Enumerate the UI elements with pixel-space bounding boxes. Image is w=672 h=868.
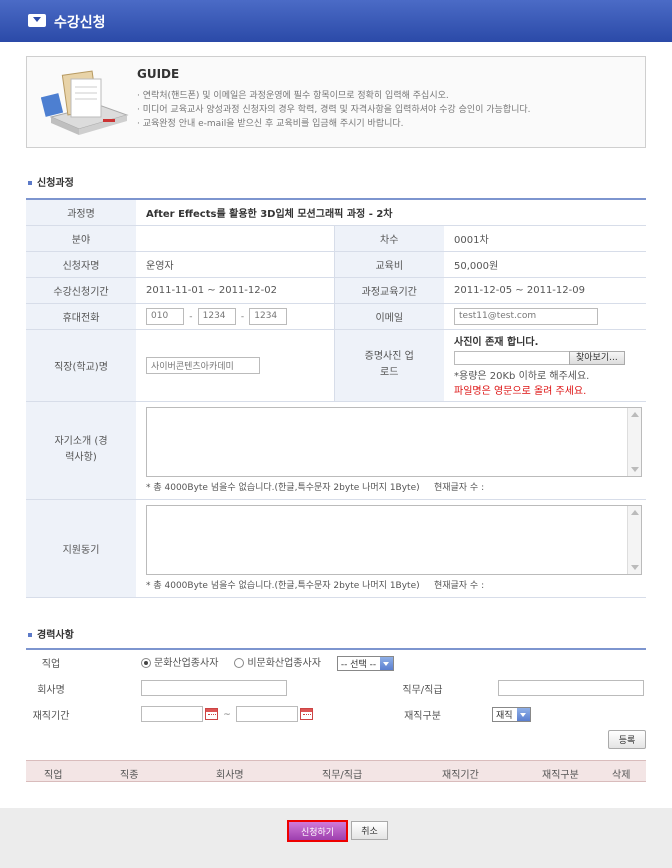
radio-culture-industry[interactable] [141, 658, 151, 669]
job-select[interactable]: -- 선택 -- [336, 655, 395, 671]
edu-period-label: 과정교육기간 [333, 277, 444, 304]
job-select-value: -- 선택 -- [340, 659, 377, 670]
list-header-status: 재직구분 [542, 770, 579, 781]
applicant-value: 운영자 [136, 251, 334, 278]
section-title-career: 경력사항 [28, 626, 74, 641]
round-value: 0001차 [444, 225, 646, 252]
status-select-value: 재직 [496, 710, 513, 721]
chevron-down-icon[interactable] [380, 656, 394, 670]
phone-separator: - [189, 312, 193, 322]
company-label: 직장(학교)명 [26, 329, 136, 402]
radio-culture-industry-label: 문화산업종사자 [154, 658, 219, 670]
guide-item: · 미디어 교육교사 양성과정 신청자의 경우 학력, 경력 및 자격사항을 입… [137, 105, 531, 115]
guide-box: GUIDE · 연락처(핸드폰) 및 이메일은 과정운영에 필수 항목이므로 정… [26, 56, 646, 148]
fee-value: 50,000원 [444, 251, 646, 278]
list-header-company: 회사명 [216, 770, 244, 781]
page-title: 수강신청 [54, 15, 106, 31]
phone-input-2[interactable] [197, 307, 236, 325]
scrollbar[interactable] [627, 506, 641, 574]
photo-label: 증명사진 업로드 [333, 329, 444, 402]
career-company-input[interactable] [141, 680, 287, 696]
edu-period-value: 2011-12-05 ~ 2011-12-09 [444, 277, 646, 304]
intro-label: 자기소개 (경력사항) [26, 401, 136, 500]
radio-non-culture-industry[interactable] [234, 658, 245, 669]
guide-title: GUIDE [137, 67, 180, 81]
company-input[interactable] [146, 356, 260, 374]
photo-filename-note: 파일명은 영문으로 올려 주세요. [454, 386, 587, 397]
document-scanner-icon [41, 70, 129, 135]
chevron-down-icon [28, 14, 46, 27]
period-start-input[interactable] [141, 706, 203, 722]
list-header-category: 직종 [120, 770, 139, 781]
phone-label: 휴대전화 [26, 303, 136, 330]
browse-button[interactable]: 찾아보기... [569, 351, 625, 365]
position-label: 직무/직급 [402, 684, 443, 696]
motive-textarea[interactable] [146, 505, 642, 575]
email-label: 이메일 [333, 303, 444, 330]
application-form: 과정명 After Effects를 활용한 3D입체 모션그래픽 과정 - 2… [26, 198, 646, 598]
applicant-label: 신청자명 [26, 251, 136, 278]
scroll-up-icon[interactable] [631, 412, 639, 417]
scroll-up-icon[interactable] [631, 510, 639, 515]
calendar-icon[interactable] [299, 708, 313, 720]
motive-char-count: 현재글자 수 : [433, 581, 485, 591]
photo-file-input[interactable] [454, 351, 570, 365]
guide-item: · 교육완정 안내 e-mail을 받으신 후 교육비를 입금해 주시기 바랍니… [137, 119, 404, 129]
status-select[interactable]: 재직 [492, 706, 531, 722]
intro-hint: * 총 4000Byte 넘을수 없습니다.(한글,특수문자 2byte 나머지… [146, 483, 420, 493]
career-form: 직업 문화산업종사자 비문화산업종사자 -- 선택 -- 회사명 직무/직급 재… [26, 648, 647, 727]
email-input[interactable] [454, 307, 598, 325]
guide-list: · 연락처(핸드폰) 및 이메일은 과정운영에 필수 항목이므로 정확히 입력해… [137, 89, 531, 131]
list-header-delete: 삭제 [612, 770, 631, 781]
cancel-button[interactable]: 취소 [351, 821, 388, 840]
period-end-input[interactable] [235, 706, 298, 722]
apply-button[interactable]: 신청하기 [287, 820, 348, 842]
field-label: 분야 [26, 225, 136, 252]
course-label: 과정명 [26, 198, 136, 226]
motive-label: 지원동기 [26, 499, 136, 598]
motive-hint: * 총 4000Byte 넘을수 없습니다.(한글,특수문자 2byte 나머지… [146, 581, 420, 591]
list-header-position: 직무/직급 [322, 770, 363, 781]
list-header-job: 직업 [44, 770, 63, 781]
apply-period-label: 수강신청기간 [26, 277, 136, 304]
radio-non-culture-industry-label: 비문화산업종사자 [247, 658, 321, 670]
field-value [136, 225, 334, 252]
fee-label: 교육비 [333, 251, 444, 278]
section-title-course: 신청과정 [28, 174, 74, 189]
apply-period-value: 2011-11-01 ~ 2011-12-02 [136, 277, 334, 304]
job-label: 직업 [26, 648, 76, 675]
phone-separator: - [240, 312, 245, 322]
register-button[interactable]: 등록 [608, 730, 646, 749]
intro-char-count: 현재글자 수 : [433, 483, 485, 493]
career-list-header: 직업 직종 회사명 직무/직급 재직기간 재직구분 삭제 [26, 760, 646, 782]
scroll-down-icon[interactable] [631, 565, 639, 570]
phone-input-1[interactable] [146, 307, 184, 325]
photo-size-note: *용량은 20Kb 이하로 해주세요. [454, 371, 590, 382]
round-label: 차수 [333, 225, 444, 252]
chevron-down-icon[interactable] [516, 707, 530, 721]
intro-textarea[interactable] [146, 407, 642, 477]
course-name: After Effects를 활용한 3D입체 모션그래픽 과정 - 2차 [146, 208, 393, 220]
phone-input-3[interactable] [249, 307, 288, 325]
status-label: 재직구분 [404, 710, 441, 722]
company-name-label: 회사명 [37, 684, 65, 696]
scrollbar[interactable] [627, 408, 641, 476]
list-header-period: 재직기간 [442, 770, 479, 781]
title-bar: 수강신청 [0, 0, 672, 42]
position-input[interactable] [498, 680, 644, 696]
period-label: 재직기간 [32, 710, 70, 722]
guide-item: · 연락처(핸드폰) 및 이메일은 과정운영에 필수 항목이므로 정확히 입력해… [137, 91, 449, 101]
period-separator: ~ [223, 710, 231, 720]
scroll-down-icon[interactable] [631, 467, 639, 472]
calendar-icon[interactable] [205, 708, 218, 720]
photo-status: 사진이 존재 합니다. [454, 337, 539, 348]
